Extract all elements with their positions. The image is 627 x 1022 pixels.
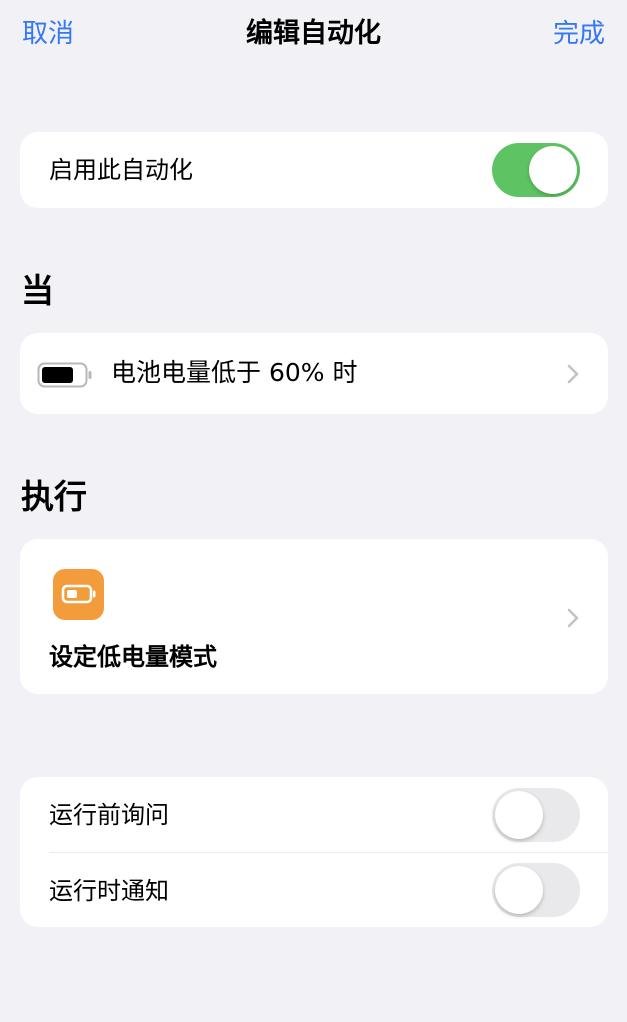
action-row[interactable]: 设定低电量模式	[20, 539, 608, 694]
chevron-right-icon	[567, 608, 579, 628]
action-icon-tile	[53, 569, 104, 620]
battery-icon	[37, 362, 92, 388]
divider	[49, 852, 608, 853]
toggle-knob	[529, 146, 577, 194]
action-label: 设定低电量模式	[49, 643, 217, 671]
notify-when-run-label: 运行时通知	[49, 877, 169, 905]
enable-automation-toggle[interactable]	[492, 143, 580, 197]
low-power-mode-icon	[61, 584, 96, 604]
trigger-row[interactable]: 电池电量低于 60% 时	[20, 333, 608, 414]
enable-automation-label: 启用此自动化	[49, 156, 193, 184]
trigger-label: 电池电量低于 60% 时	[111, 358, 358, 387]
trigger-section-header: 当	[21, 271, 54, 310]
ask-before-running-toggle[interactable]	[492, 788, 580, 842]
toggle-knob	[495, 791, 543, 839]
done-button[interactable]: 完成	[553, 14, 605, 54]
chevron-right-icon	[567, 364, 579, 384]
page-title: 编辑自动化	[246, 18, 381, 49]
options-card: 运行前询问 运行时通知	[20, 777, 608, 927]
notify-when-run-toggle[interactable]	[492, 863, 580, 917]
navigation-bar: 取消 编辑自动化 完成	[0, 0, 627, 70]
action-section-header: 执行	[21, 477, 87, 516]
enable-automation-card: 启用此自动化	[20, 132, 608, 208]
ask-before-running-label: 运行前询问	[49, 801, 169, 829]
toggle-knob	[495, 866, 543, 914]
